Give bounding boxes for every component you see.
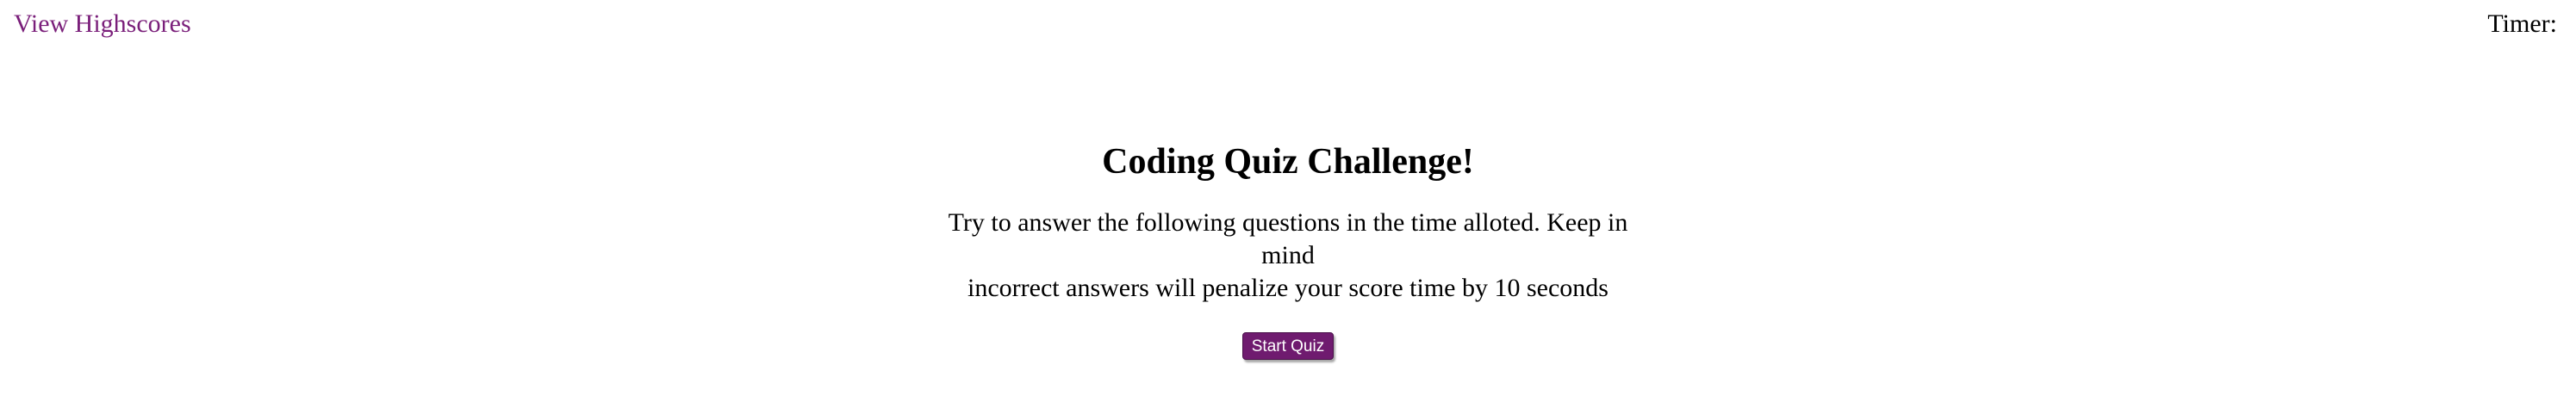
view-highscores-link[interactable]: View Highscores: [14, 7, 191, 41]
quiz-instructions-line-2: incorrect answers will penalize your sco…: [968, 274, 1608, 302]
quiz-instructions: Try to answer the following questions in…: [926, 207, 1650, 305]
quiz-intro-card: Coding Quiz Challenge! Try to answer the…: [926, 138, 1650, 360]
timer-label: Timer:: [2487, 9, 2557, 38]
start-quiz-button[interactable]: Start Quiz: [1241, 332, 1335, 360]
quiz-instructions-line-1: Try to answer the following questions in…: [948, 208, 1628, 269]
top-bar: View Highscores Timer:: [0, 0, 2576, 52]
quiz-title: Coding Quiz Challenge!: [1102, 142, 1474, 182]
timer: Timer:: [2487, 7, 2562, 41]
